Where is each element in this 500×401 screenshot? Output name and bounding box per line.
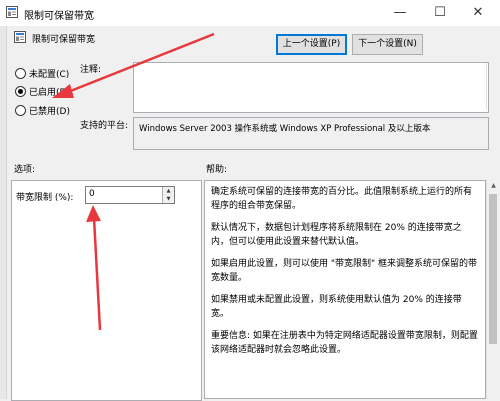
arrow-to-enabled-icon	[52, 32, 215, 98]
arrow-to-bandwidth-icon	[86, 205, 102, 331]
annotation-arrows	[52, 32, 215, 331]
